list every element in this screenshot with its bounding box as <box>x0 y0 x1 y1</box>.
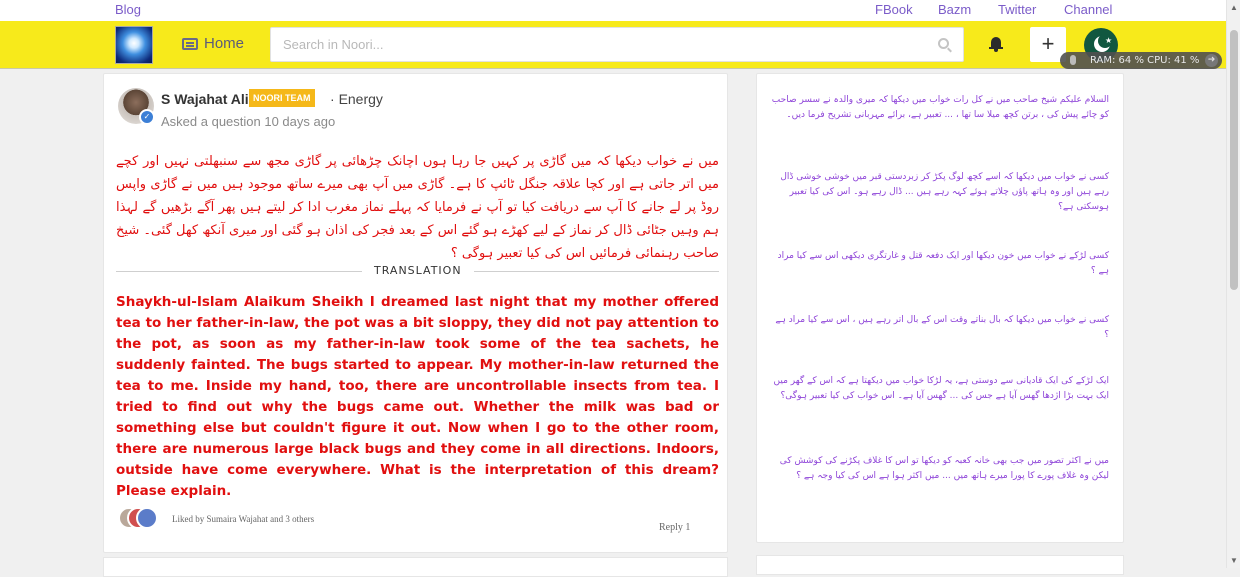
related-question[interactable]: میں نے اکثر تصور میں جب بھی خانہ کعبہ کو… <box>771 454 1109 484</box>
navbar: Home + ★ <box>0 21 1226 69</box>
verified-icon: ✓ <box>139 109 155 125</box>
bell-icon[interactable] <box>989 36 1003 52</box>
search-input[interactable] <box>271 28 911 61</box>
system-monitor-text: RAM: 64 % CPU: 41 % <box>1090 55 1200 66</box>
next-card <box>103 557 728 577</box>
channel-link[interactable]: Channel <box>1064 2 1112 17</box>
related-question[interactable]: کسی لڑکے نے خواب میں خون دیکھا اور ایک د… <box>771 249 1109 279</box>
blog-link[interactable]: Blog <box>115 2 141 17</box>
scrollbar-thumb[interactable] <box>1230 30 1238 290</box>
translation-label: TRANSLATION <box>362 264 474 277</box>
related-questions-panel: السلام علیکم شیخ صاحب میں نے کل رات خواب… <box>756 73 1124 543</box>
question-english-text: Shaykh-ul-Islam Alaikum Sheikh I dreamed… <box>116 294 719 499</box>
topic-label: Energy <box>338 91 383 107</box>
top-links-bar: Blog FBook Bazm Twitter Channel <box>0 0 1226 21</box>
home-link[interactable]: Home <box>182 35 244 52</box>
search-icon[interactable] <box>938 38 949 49</box>
related-question[interactable]: کسی نے خواب میں دیکھا کہ بال بناتے وقت ا… <box>771 313 1109 343</box>
team-badge: NOORI TEAM <box>249 89 315 107</box>
scroll-down-icon[interactable]: ▼ <box>1230 556 1238 565</box>
reply-count[interactable]: Reply 1 <box>659 522 690 533</box>
related-question[interactable]: کسی نے خواب میں دیکھا کہ اسے کچھ لوگ پکڑ… <box>771 170 1109 215</box>
bazm-link[interactable]: Bazm <box>938 2 971 17</box>
home-label: Home <box>204 35 245 52</box>
liked-by-text[interactable]: Liked by Sumaira Wajahat and 3 others <box>172 514 314 524</box>
post-meta: Asked a question 10 days ago <box>161 114 336 129</box>
related-question[interactable]: السلام علیکم شیخ صاحب میں نے کل رات خواب… <box>771 93 1109 123</box>
related-question[interactable]: ایک لڑکے کی ایک قادیانی سے دوستی ہے، یہ … <box>771 374 1109 404</box>
author-name[interactable]: S Wajahat Ali <box>161 91 249 107</box>
search-box <box>270 27 964 62</box>
mic-icon <box>1070 55 1076 65</box>
topic-tag[interactable]: · Energy <box>330 91 383 107</box>
next-sidebar-card <box>756 555 1124 575</box>
site-logo[interactable] <box>115 26 153 64</box>
twitter-link[interactable]: Twitter <box>998 2 1036 17</box>
question-card: ✓ S Wajahat Ali NOORI TEAM · Energy Aske… <box>103 73 728 553</box>
liker-avatars[interactable] <box>118 507 162 531</box>
question-urdu-text: میں نے خواب دیکھا کہ میں گاڑی پر کہیں جا… <box>116 154 719 261</box>
scrollbar[interactable]: ▲ ▼ <box>1226 0 1240 568</box>
newspaper-icon <box>182 37 198 50</box>
scroll-up-icon[interactable]: ▲ <box>1230 3 1238 12</box>
arrow-right-icon[interactable]: ➜ <box>1205 54 1218 67</box>
fbook-link[interactable]: FBook <box>875 2 913 17</box>
system-monitor-overlay: RAM: 64 % CPU: 41 % ➜ <box>1060 52 1222 69</box>
